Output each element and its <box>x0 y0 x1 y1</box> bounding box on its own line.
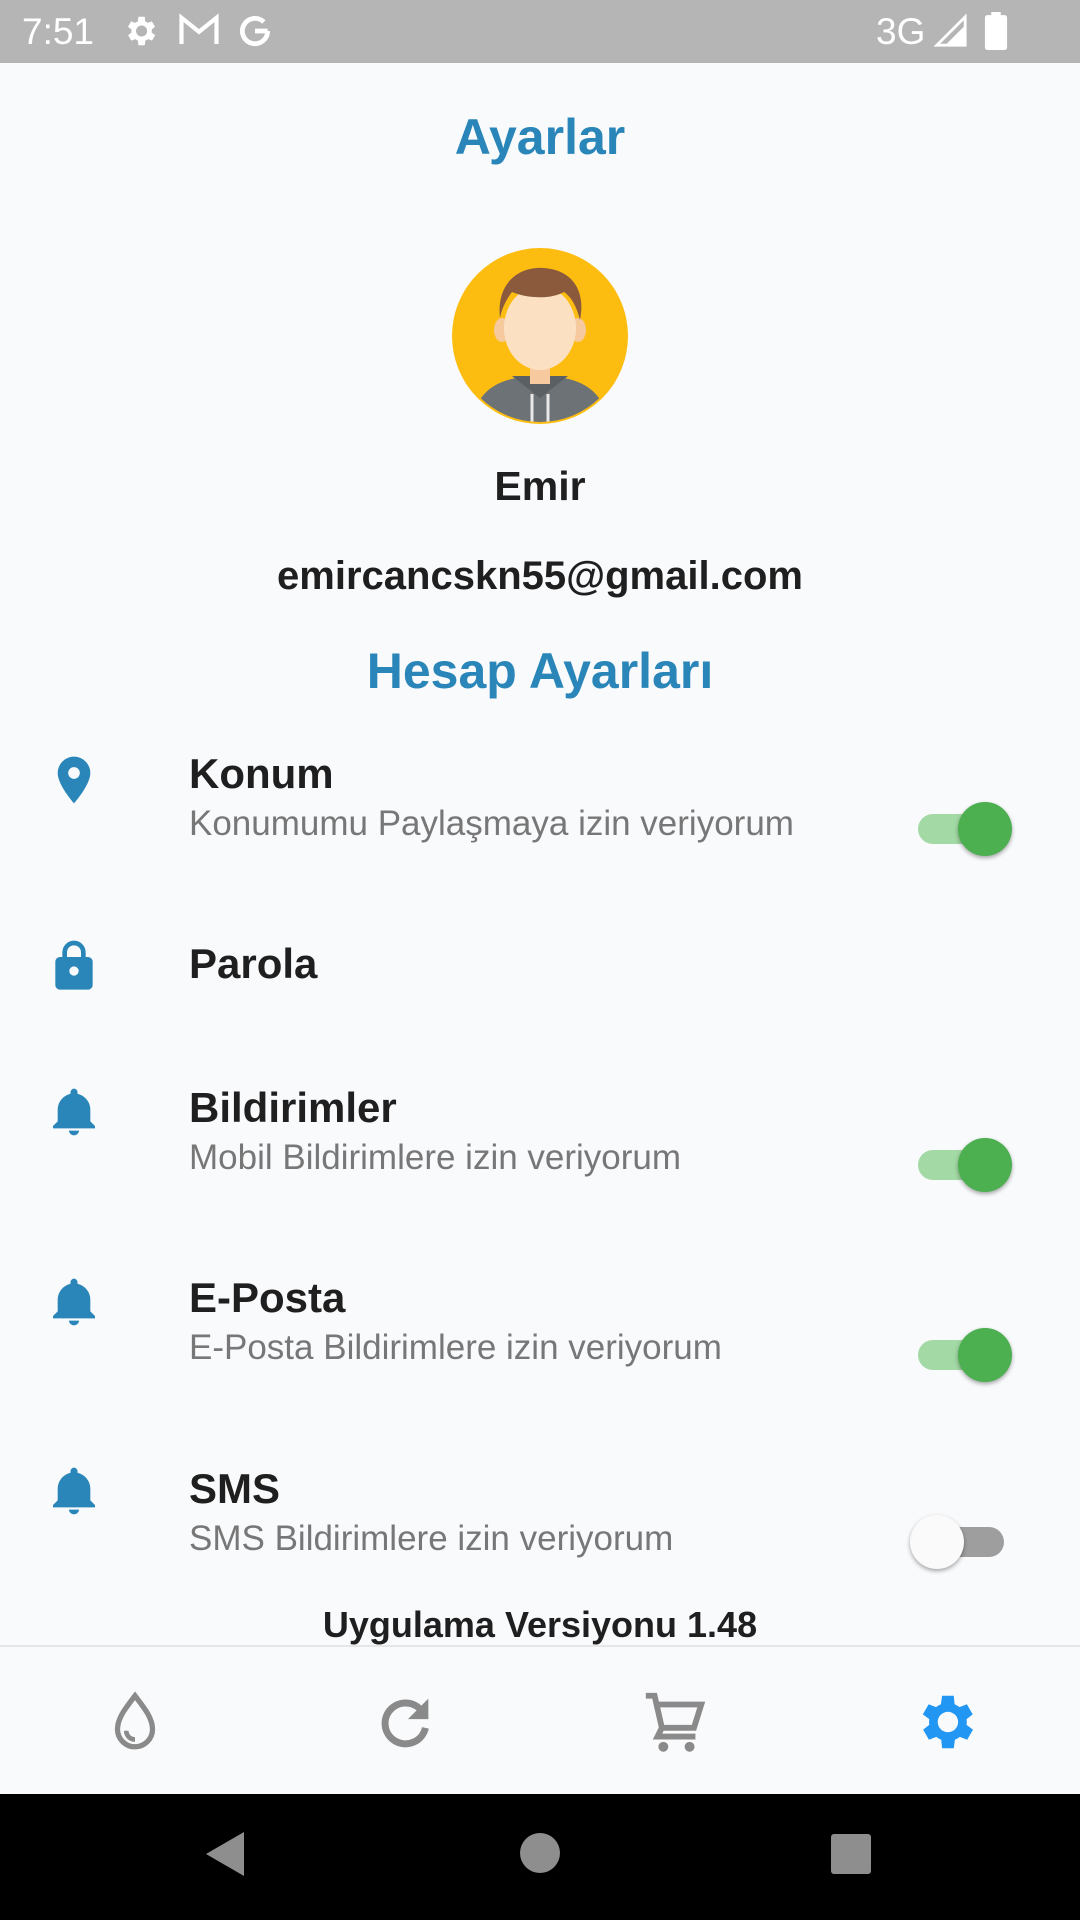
profile-name: Emir <box>494 463 586 509</box>
setting-row-location[interactable]: Konum Konumumu Paylaşmaya izin veriyorum <box>0 740 1080 860</box>
setting-subtitle: Mobil Bildirimlere izin veriyorum <box>189 1138 682 1177</box>
bell-icon <box>53 1278 95 1326</box>
location-toggle[interactable] <box>910 796 1016 858</box>
cart-icon[interactable] <box>640 1687 710 1757</box>
status-time: 7:51 <box>22 11 95 52</box>
system-navigation-bar <box>0 1794 1080 1920</box>
lock-icon <box>55 940 93 990</box>
status-bar: 7:51 3G <box>0 0 1080 63</box>
battery-icon <box>984 12 1008 50</box>
email-toggle[interactable] <box>910 1322 1016 1384</box>
recents-icon[interactable] <box>831 1834 871 1874</box>
toggle-thumb <box>958 802 1012 856</box>
setting-subtitle: E-Posta Bildirimlere izin veriyorum <box>189 1328 722 1367</box>
setting-row-email[interactable]: E-Posta E-Posta Bildirimlere izin veriyo… <box>0 1266 1080 1386</box>
avatar[interactable] <box>452 248 628 424</box>
profile-email: emircancskn55@gmail.com <box>277 554 803 598</box>
setting-title: SMS <box>189 1465 281 1512</box>
signal-icon <box>934 14 967 47</box>
setting-title: Bildirimler <box>189 1084 397 1131</box>
refresh-icon[interactable] <box>370 1687 440 1757</box>
setting-title: Konum <box>189 750 334 797</box>
toggle-thumb <box>958 1138 1012 1192</box>
setting-subtitle: Konumumu Paylaşmaya izin veriyorum <box>189 804 794 843</box>
network-type: 3G <box>876 11 926 52</box>
bottom-navigation <box>0 1645 1080 1796</box>
section-title: Hesap Ayarları <box>366 643 714 699</box>
settings-icon[interactable] <box>910 1687 980 1757</box>
setting-row-sms[interactable]: SMS SMS Bildirimlere izin veriyorum <box>0 1455 1080 1575</box>
location-pin-icon <box>57 756 91 804</box>
setting-row-password[interactable]: Parola <box>0 930 1080 1010</box>
setting-row-notifications[interactable]: Bildirimler Mobil Bildirimlere izin veri… <box>0 1076 1080 1196</box>
bell-icon <box>53 1467 95 1515</box>
settings-icon <box>127 16 156 46</box>
drop-icon[interactable] <box>100 1687 170 1757</box>
gmail-icon <box>179 13 219 44</box>
sms-toggle[interactable] <box>910 1509 1016 1571</box>
notifications-toggle[interactable] <box>910 1132 1016 1194</box>
bell-icon <box>53 1088 95 1136</box>
setting-title: E-Posta <box>189 1274 346 1321</box>
page-title: Ayarlar <box>454 109 626 165</box>
home-icon[interactable] <box>519 1832 561 1874</box>
setting-title: Parola <box>189 940 318 987</box>
toggle-thumb <box>910 1515 964 1569</box>
toggle-thumb <box>958 1328 1012 1382</box>
back-icon[interactable] <box>204 1830 246 1878</box>
google-icon <box>239 16 271 47</box>
app-version: Uygulama Versiyonu 1.48 <box>322 1604 758 1645</box>
setting-subtitle: SMS Bildirimlere izin veriyorum <box>189 1519 674 1558</box>
